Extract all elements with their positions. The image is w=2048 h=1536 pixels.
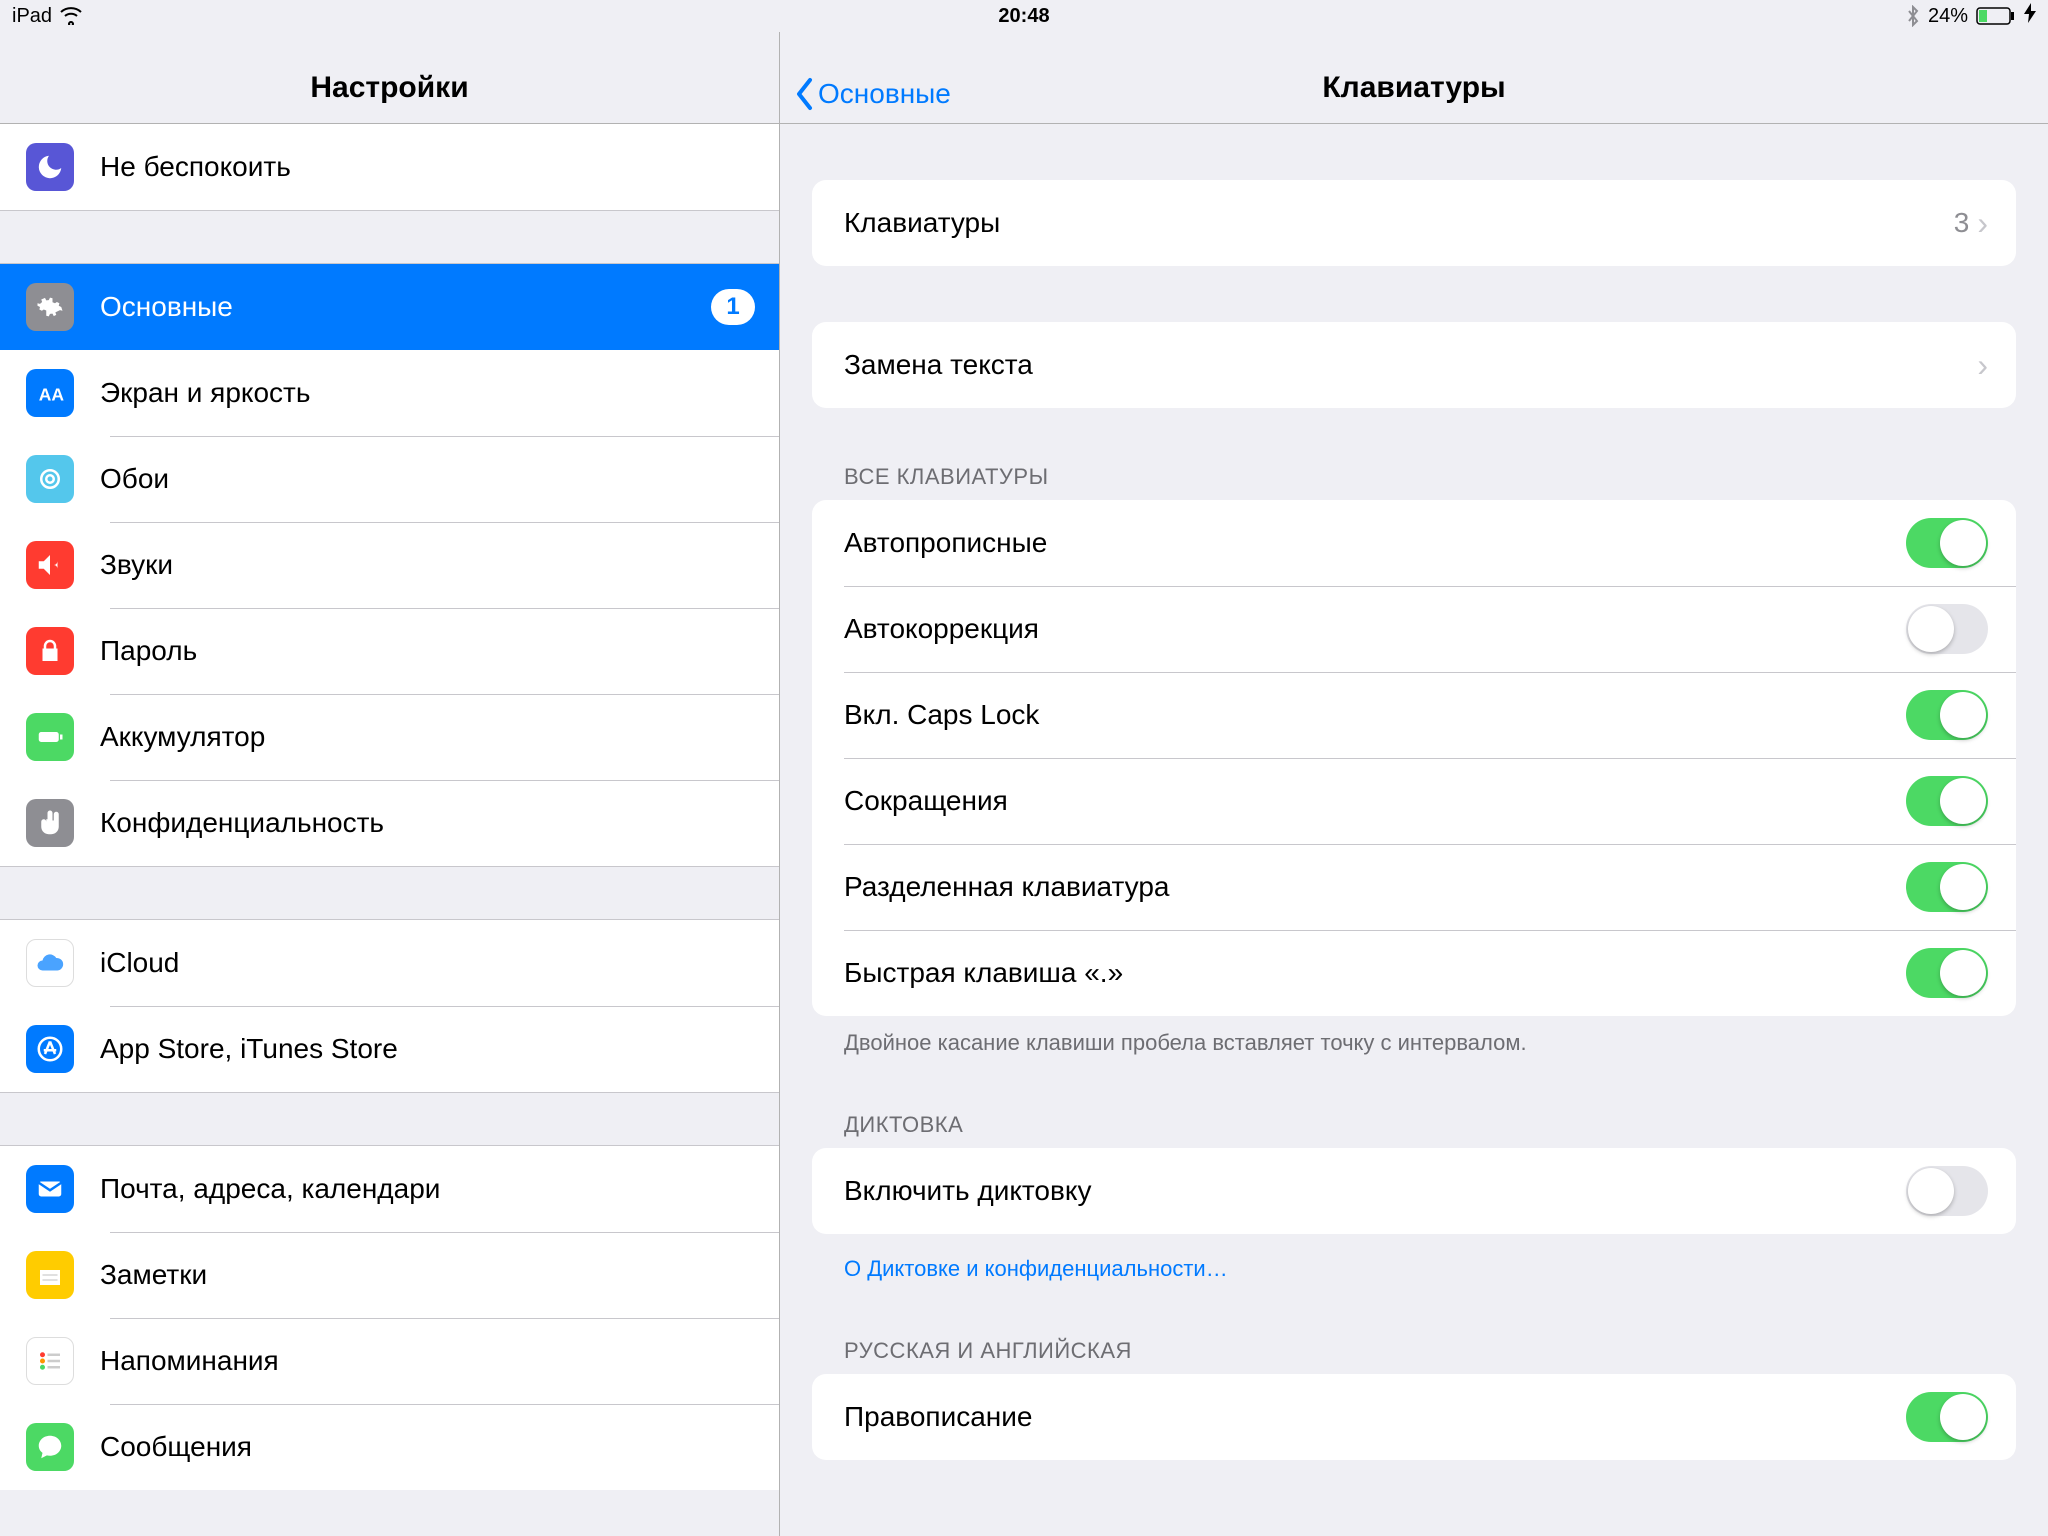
sidebar-item-label: Экран и яркость	[100, 377, 779, 409]
notes-icon	[26, 1251, 74, 1299]
dictation-privacy-link[interactable]: О Диктовке и конфиденциальности…	[844, 1256, 2016, 1282]
section-header-dictation: ДИКТОВКА	[844, 1112, 2016, 1138]
charging-icon	[2024, 3, 2036, 29]
sidebar-item-label: Сообщения	[100, 1431, 779, 1463]
cell-label: Вкл. Caps Lock	[844, 699, 1906, 731]
quick-period-cell: Быстрая клавиша «.»	[812, 930, 2016, 1016]
battery-row-icon	[26, 713, 74, 761]
sidebar-item-passcode[interactable]: Пароль	[0, 608, 779, 694]
sidebar-item-privacy[interactable]: Конфиденциальность	[0, 780, 779, 866]
display-icon: AA	[26, 369, 74, 417]
sidebar-item-mail[interactable]: Почта, адреса, календари	[0, 1146, 779, 1232]
split-keyboard-cell: Разделенная клавиатура	[812, 844, 2016, 930]
sidebar-item-label: Основные	[100, 291, 711, 323]
cell-label: Сокращения	[844, 785, 1906, 817]
svg-text:AA: AA	[39, 385, 65, 405]
appstore-icon	[26, 1025, 74, 1073]
sidebar-item-label: iCloud	[100, 947, 779, 979]
mail-icon	[26, 1165, 74, 1213]
sidebar-item-reminders[interactable]: Напоминания	[0, 1318, 779, 1404]
cell-label: Автокоррекция	[844, 613, 1906, 645]
chevron-right-icon: ›	[1977, 347, 1988, 384]
gear-icon	[26, 283, 74, 331]
sidebar-item-stores[interactable]: App Store, iTunes Store	[0, 1006, 779, 1092]
bluetooth-icon	[1906, 5, 1920, 27]
keyboards-cell[interactable]: Клавиатуры 3 ›	[812, 180, 2016, 266]
sidebar-item-label: Аккумулятор	[100, 721, 779, 753]
cell-label: Автопрописные	[844, 527, 1906, 559]
settings-sidebar: Настройки Не беспокоить Основные	[0, 0, 780, 1536]
reminders-icon	[26, 1337, 74, 1385]
cell-label: Быстрая клавиша «.»	[844, 957, 1906, 989]
detail-title: Клавиатуры	[1322, 71, 1505, 105]
spelling-cell: Правописание	[812, 1374, 2016, 1460]
cell-label: Включить диктовку	[844, 1175, 1906, 1207]
sidebar-item-label: Напоминания	[100, 1345, 779, 1377]
back-label: Основные	[818, 78, 951, 110]
lock-icon	[26, 627, 74, 675]
cell-label: Замена текста	[844, 349, 1977, 381]
battery-icon	[1976, 7, 2016, 25]
auto-caps-switch[interactable]	[1906, 518, 1988, 568]
sidebar-item-general[interactable]: Основные 1	[0, 264, 779, 350]
clock: 20:48	[998, 5, 1049, 28]
shortcuts-cell: Сокращения	[812, 758, 2016, 844]
badge: 1	[711, 289, 755, 325]
wallpaper-icon	[26, 455, 74, 503]
sidebar-item-icloud[interactable]: iCloud	[0, 920, 779, 1006]
battery-percent: 24%	[1928, 5, 1968, 28]
sidebar-item-label: Звуки	[100, 549, 779, 581]
auto-correct-switch[interactable]	[1906, 604, 1988, 654]
sidebar-title: Настройки	[310, 71, 468, 105]
text-replacement-cell[interactable]: Замена текста ›	[812, 322, 2016, 408]
sidebar-item-label: Заметки	[100, 1259, 779, 1291]
chevron-left-icon	[794, 77, 814, 111]
auto-correct-cell: Автокоррекция	[812, 586, 2016, 672]
sidebar-item-notes[interactable]: Заметки	[0, 1232, 779, 1318]
device-label: iPad	[12, 5, 52, 28]
cell-label: Клавиатуры	[844, 207, 1954, 239]
sidebar-item-label: Не беспокоить	[100, 151, 779, 183]
auto-caps-cell: Автопрописные	[812, 500, 2016, 586]
section-header-ru-en: РУССКАЯ И АНГЛИЙСКАЯ	[844, 1338, 2016, 1364]
sidebar-item-wallpaper[interactable]: Обои	[0, 436, 779, 522]
section-header-all: ВСЕ КЛАВИАТУРЫ	[844, 464, 2016, 490]
wifi-icon	[60, 7, 82, 25]
sidebar-item-label: Обои	[100, 463, 779, 495]
sidebar-item-messages[interactable]: Сообщения	[0, 1404, 779, 1490]
quick-period-switch[interactable]	[1906, 948, 1988, 998]
status-bar: iPad 20:48 24%	[0, 0, 2048, 32]
sidebar-item-label: Конфиденциальность	[100, 807, 779, 839]
sidebar-item-label: Почта, адреса, календари	[100, 1173, 779, 1205]
sidebar-item-dnd[interactable]: Не беспокоить	[0, 124, 779, 210]
cell-value: 3	[1954, 207, 1970, 239]
spelling-switch[interactable]	[1906, 1392, 1988, 1442]
detail-pane: Основные Клавиатуры Клавиатуры 3 › Замен…	[780, 0, 2048, 1536]
back-button[interactable]: Основные	[794, 77, 951, 111]
sidebar-item-label: App Store, iTunes Store	[100, 1033, 779, 1065]
messages-icon	[26, 1423, 74, 1471]
cell-label: Разделенная клавиатура	[844, 871, 1906, 903]
hand-icon	[26, 799, 74, 847]
section-footer-period: Двойное касание клавиши пробела вставляе…	[844, 1030, 2016, 1056]
caps-lock-cell: Вкл. Caps Lock	[812, 672, 2016, 758]
dictation-cell: Включить диктовку	[812, 1148, 2016, 1234]
sidebar-item-sounds[interactable]: Звуки	[0, 522, 779, 608]
split-keyboard-switch[interactable]	[1906, 862, 1988, 912]
sounds-icon	[26, 541, 74, 589]
cell-label: Правописание	[844, 1401, 1906, 1433]
dictation-switch[interactable]	[1906, 1166, 1988, 1216]
sidebar-item-label: Пароль	[100, 635, 779, 667]
moon-icon	[26, 143, 74, 191]
chevron-right-icon: ›	[1977, 205, 1988, 242]
sidebar-item-display[interactable]: AA Экран и яркость	[0, 350, 779, 436]
sidebar-item-battery[interactable]: Аккумулятор	[0, 694, 779, 780]
cloud-icon	[26, 939, 74, 987]
shortcuts-switch[interactable]	[1906, 776, 1988, 826]
caps-lock-switch[interactable]	[1906, 690, 1988, 740]
